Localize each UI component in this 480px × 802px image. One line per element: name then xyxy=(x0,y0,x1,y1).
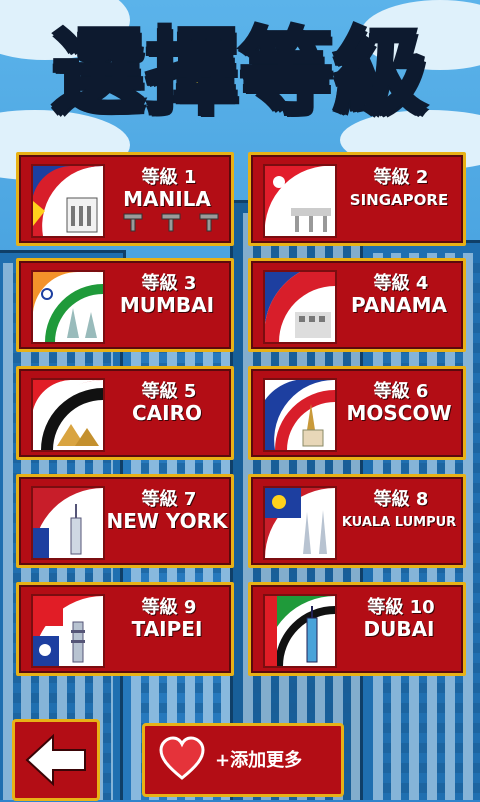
page-title: 選擇等級 xyxy=(49,17,428,129)
new-york-thumbnail xyxy=(31,486,105,560)
moscow-thumbnail xyxy=(263,378,337,452)
level-card-moscow[interactable]: 等級 6 MOSCOW xyxy=(248,366,466,460)
level-card-kuala-lumpur[interactable]: 等級 8 KUALA LUMPUR xyxy=(248,474,466,568)
level-card-new-york[interactable]: 等級 7 NEW YORK xyxy=(16,474,234,568)
level-card-mumbai[interactable]: 等級 3 MUMBAI xyxy=(16,258,234,352)
key-icon xyxy=(161,213,181,232)
level-label: 等級 9 xyxy=(141,597,197,618)
add-more-label: +添加更多 xyxy=(215,750,303,771)
level-card-cairo[interactable]: 等級 5 CAIRO xyxy=(16,366,234,460)
add-more-button[interactable]: +添加更多 xyxy=(142,723,344,797)
taipei-thumbnail xyxy=(31,594,105,668)
city-name: TAIPEI xyxy=(131,617,203,641)
singapore-thumbnail xyxy=(263,164,337,238)
city-name: SINGAPORE xyxy=(349,191,449,209)
back-arrow-icon xyxy=(25,733,86,787)
level-label: 等級 2 xyxy=(373,167,429,188)
dubai-thumbnail xyxy=(263,594,337,668)
level-card-taipei[interactable]: 等級 9 TAIPEI xyxy=(16,582,234,676)
city-name: NEW YORK xyxy=(106,509,228,533)
city-name: CAIRO xyxy=(132,401,202,425)
key-icon xyxy=(199,213,219,232)
level-card-singapore[interactable]: 等級 2 SINGAPORE xyxy=(248,152,466,246)
level-card-manila[interactable]: 等級 1 MANILA xyxy=(16,152,234,246)
level-card-panama[interactable]: 等級 4 PANAMA xyxy=(248,258,466,352)
city-name: PANAMA xyxy=(351,293,447,317)
level-label: 等級 3 xyxy=(141,273,197,294)
city-name: MANILA xyxy=(123,187,211,211)
key-icon xyxy=(123,213,143,232)
city-name: DUBAI xyxy=(363,617,435,641)
level-label: 等級 10 xyxy=(367,597,435,618)
back-button[interactable] xyxy=(12,719,100,801)
level-label: 等級 6 xyxy=(373,381,429,402)
city-name: KUALA LUMPUR xyxy=(341,515,457,530)
level-label: 等級 7 xyxy=(141,489,197,510)
mumbai-thumbnail xyxy=(31,270,105,344)
level-label: 等級 1 xyxy=(141,167,197,188)
level-label: 等級 5 xyxy=(141,381,197,402)
heart-icon xyxy=(159,736,205,780)
level-label: 等級 8 xyxy=(373,489,429,510)
cairo-thumbnail xyxy=(31,378,105,452)
city-name: MUMBAI xyxy=(119,293,215,317)
level-label: 等級 4 xyxy=(373,273,429,294)
level-card-dubai[interactable]: 等級 10 DUBAI xyxy=(248,582,466,676)
lock-keys xyxy=(123,213,219,233)
city-name: MOSCOW xyxy=(346,401,452,425)
panama-thumbnail xyxy=(263,270,337,344)
manila-thumbnail xyxy=(31,164,105,238)
kuala-lumpur-thumbnail xyxy=(263,486,337,560)
